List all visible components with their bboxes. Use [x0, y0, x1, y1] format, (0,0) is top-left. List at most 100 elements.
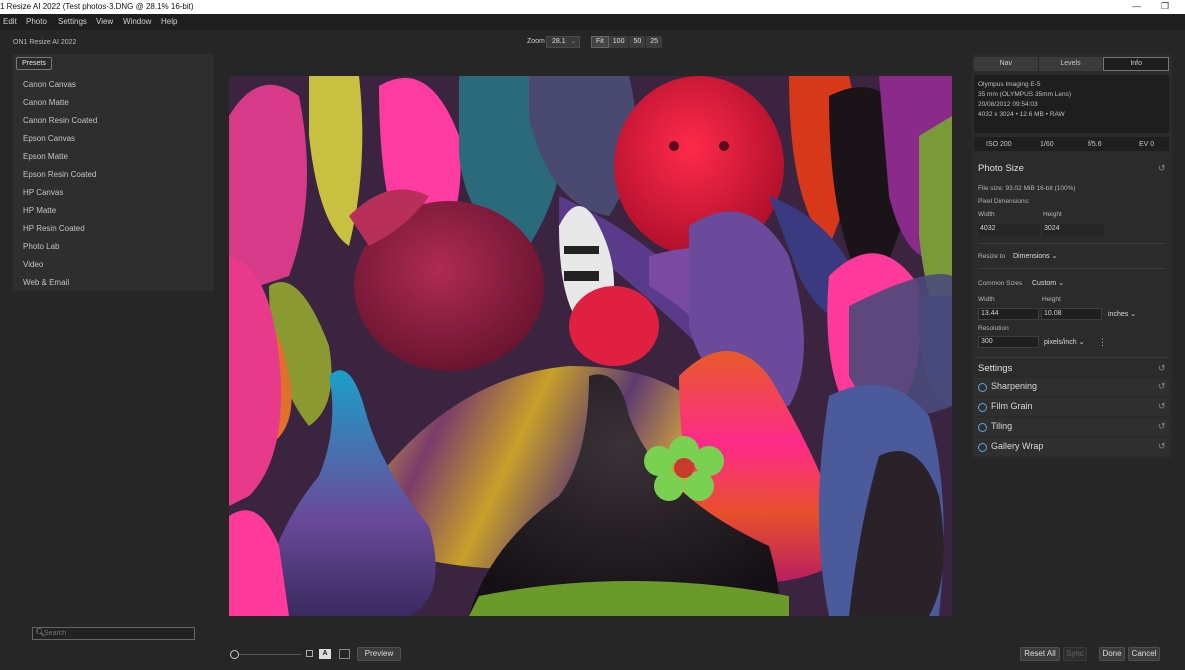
- menu-bar: Edit Photo Settings View Window Help: [0, 14, 1185, 30]
- info-datetime: 20/08/2012 09:54:03: [978, 101, 1038, 108]
- settings-title: Settings: [978, 363, 1013, 374]
- pixel-width-value: 4032: [978, 224, 1040, 236]
- minimize-icon[interactable]: —: [1132, 1, 1141, 11]
- preset-item[interactable]: Canon Canvas: [23, 80, 76, 89]
- chevron-down-icon: ⌄: [570, 39, 576, 45]
- exif-iso: ISO 200: [986, 141, 1012, 148]
- setting-label: Gallery Wrap: [991, 441, 1044, 451]
- info-camera: Olympus Imaging E-5: [978, 81, 1041, 88]
- compare-a-button[interactable]: A: [319, 649, 331, 659]
- preview-button[interactable]: Preview: [357, 647, 401, 661]
- pixel-width-label: Width: [978, 211, 995, 218]
- single-view-icon[interactable]: [306, 650, 313, 657]
- app-name: ON1 Resize AI 2022: [13, 39, 77, 46]
- info-lens: 35 mm (OLYMPUS 35mm Lens): [978, 91, 1072, 98]
- setting-label: Tiling: [991, 421, 1013, 431]
- menu-view[interactable]: View: [96, 17, 113, 26]
- zoom-slider-handle[interactable]: [230, 650, 239, 659]
- setting-film-grain[interactable]: Film Grain ↺: [974, 398, 1169, 416]
- preset-item[interactable]: Video: [23, 260, 43, 269]
- toggle-circle-icon[interactable]: [978, 443, 987, 452]
- cancel-button[interactable]: Cancel: [1128, 647, 1160, 661]
- reset-icon[interactable]: ↺: [1158, 421, 1166, 432]
- tab-info[interactable]: Info: [1103, 57, 1170, 71]
- preset-item[interactable]: Epson Canvas: [23, 134, 75, 143]
- resolution-input[interactable]: 300: [978, 336, 1039, 348]
- search-field[interactable]: 🔍︎: [32, 627, 195, 640]
- menu-photo[interactable]: Photo: [26, 17, 47, 26]
- preset-item[interactable]: HP Canvas: [23, 188, 63, 197]
- common-sizes-dropdown[interactable]: Custom ⌄: [1032, 279, 1064, 287]
- zoom-100-button[interactable]: 100: [608, 36, 630, 48]
- preset-item[interactable]: Canon Resin Coated: [23, 116, 97, 125]
- sync-button[interactable]: Sync: [1063, 647, 1087, 661]
- reset-icon[interactable]: ↺: [1158, 363, 1166, 374]
- menu-window[interactable]: Window: [123, 17, 151, 26]
- photo-image: [229, 76, 952, 616]
- preset-item[interactable]: Canon Matte: [23, 98, 69, 107]
- height-label: Height: [1042, 296, 1061, 303]
- zoom-25-button[interactable]: 25: [646, 36, 664, 48]
- file-size: File size: 93.02 MiB 16-bit (100%): [978, 185, 1076, 192]
- preset-item[interactable]: Photo Lab: [23, 242, 59, 251]
- more-icon[interactable]: ⋮: [1098, 337, 1107, 348]
- exif-aperture: f/5.6: [1088, 141, 1102, 148]
- exif-ev: EV 0: [1139, 141, 1155, 148]
- pixel-dimensions-label: Pixel Dimensions:: [978, 198, 1030, 205]
- preset-item[interactable]: Epson Resin Coated: [23, 170, 96, 179]
- panel-tabs: Nav Levels Info: [974, 57, 1170, 71]
- toggle-circle-icon[interactable]: [978, 403, 987, 412]
- tab-nav[interactable]: Nav: [974, 57, 1039, 71]
- split-view-icon[interactable]: [339, 649, 350, 659]
- zoom-select[interactable]: 28.1 ⌄: [546, 36, 580, 48]
- setting-tiling[interactable]: Tiling ↺: [974, 418, 1169, 436]
- preset-item[interactable]: HP Matte: [23, 206, 56, 215]
- resolution-unit-value: pixels/inch: [1044, 339, 1077, 346]
- chevron-down-icon: ⌄: [1051, 253, 1058, 260]
- setting-sharpening[interactable]: Sharpening ↺: [974, 378, 1169, 396]
- tab-levels[interactable]: Levels: [1038, 57, 1104, 71]
- window-title: 1 Resize AI 2022 (Test photos-3.DNG @ 28…: [0, 2, 194, 11]
- exif-shutter: 1/60: [1040, 141, 1054, 148]
- zoom-50-button[interactable]: 50: [629, 36, 647, 48]
- done-button[interactable]: Done: [1099, 647, 1125, 661]
- photo-canvas[interactable]: [229, 76, 952, 616]
- menu-settings[interactable]: Settings: [58, 17, 87, 26]
- common-sizes-label: Common Sizes: [978, 280, 1023, 287]
- info-dimensions: 4032 x 3024 • 12.6 MB • RAW: [978, 111, 1065, 118]
- restore-icon[interactable]: ❐: [1161, 1, 1169, 12]
- zoom-fit-button[interactable]: Fit: [591, 36, 609, 48]
- unit-dropdown[interactable]: inches ⌄: [1108, 310, 1136, 318]
- height-input[interactable]: 10.08: [1041, 308, 1102, 320]
- reset-icon[interactable]: ↺: [1158, 381, 1166, 392]
- preset-item[interactable]: HP Resin Coated: [23, 224, 85, 233]
- setting-label: Film Grain: [991, 401, 1033, 411]
- preset-item[interactable]: Web & Email: [23, 278, 69, 287]
- resize-to-label: Resize to: [978, 253, 1006, 260]
- divider: [978, 243, 1165, 244]
- width-label: Width: [978, 296, 995, 303]
- common-sizes-value: Custom: [1032, 280, 1057, 287]
- photo-size-title: Photo Size: [978, 163, 1024, 174]
- chevron-down-icon: ⌄: [1130, 311, 1137, 318]
- resolution-unit-dropdown[interactable]: pixels/inch ⌄: [1044, 338, 1085, 346]
- zoom-slider-track[interactable]: [236, 654, 302, 655]
- menu-edit[interactable]: Edit: [3, 17, 17, 26]
- reset-icon[interactable]: ↺: [1158, 441, 1166, 452]
- toggle-circle-icon[interactable]: [978, 423, 987, 432]
- search-input[interactable]: [44, 629, 189, 638]
- toggle-circle-icon[interactable]: [978, 383, 987, 392]
- width-input[interactable]: 13.44: [978, 308, 1039, 320]
- presets-button[interactable]: Presets: [16, 57, 52, 70]
- zoom-label: Zoom: [527, 38, 545, 45]
- reset-all-button[interactable]: Reset All: [1020, 647, 1060, 661]
- menu-help[interactable]: Help: [161, 17, 177, 26]
- preset-item[interactable]: Epson Matte: [23, 152, 68, 161]
- reset-icon[interactable]: ↺: [1158, 163, 1166, 174]
- resize-to-dropdown[interactable]: Dimensions ⌄: [1013, 252, 1057, 260]
- reset-icon[interactable]: ↺: [1158, 401, 1166, 412]
- zoom-value: 28.1: [552, 38, 566, 45]
- setting-gallery-wrap[interactable]: Gallery Wrap ↺: [974, 438, 1169, 456]
- chevron-down-icon: ⌄: [1058, 280, 1064, 287]
- pixel-height-value: 3024: [1042, 224, 1104, 236]
